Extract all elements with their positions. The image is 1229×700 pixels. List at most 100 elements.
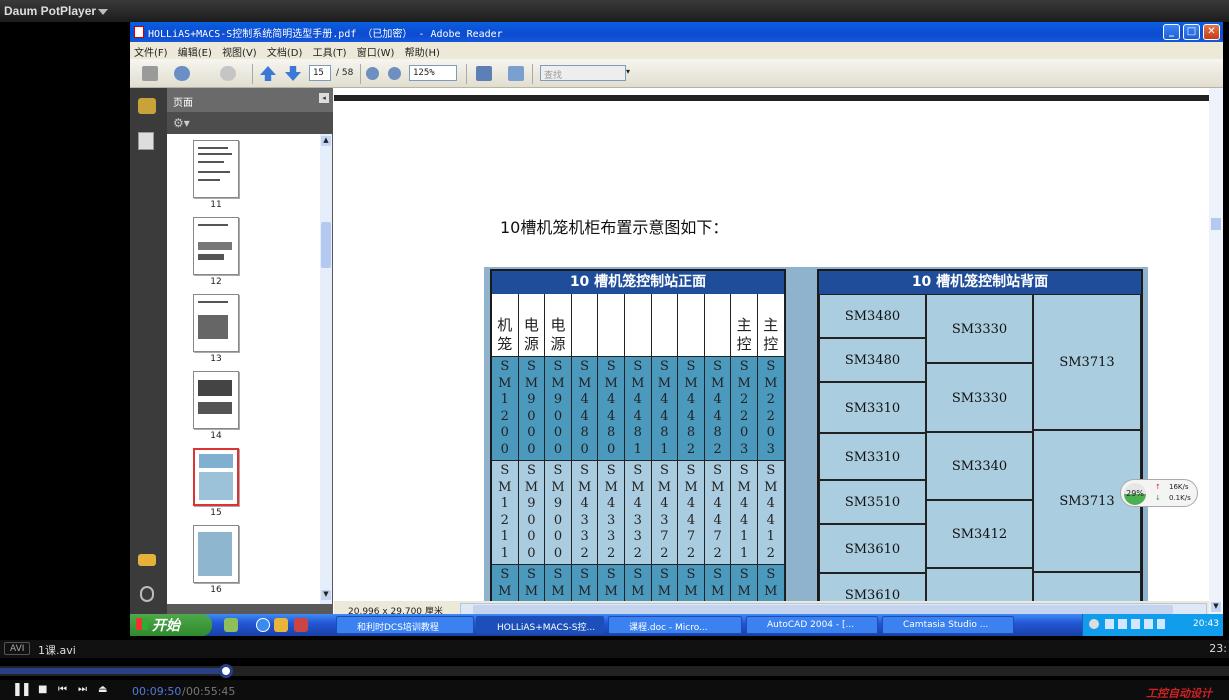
zoom-out-icon[interactable] — [366, 67, 379, 80]
slot-module-row2: S M 4 3 3 2 — [571, 461, 598, 565]
start-label: 开始 — [152, 618, 180, 634]
next-icon[interactable]: ⏭ — [78, 684, 87, 695]
chevron-down-icon[interactable] — [98, 8, 109, 15]
toolbar-separator — [360, 64, 361, 84]
tray-icon[interactable] — [1089, 619, 1099, 629]
comments-icon[interactable] — [138, 554, 156, 566]
document-view: 10槽机笼机柜布置示意图如下： 10 槽机笼控制站正面 机 笼S M 1 2 0… — [334, 88, 1209, 601]
page-thumbnail-current[interactable] — [193, 448, 239, 506]
stop-icon[interactable]: ■ — [38, 684, 47, 695]
back-module-col1: SM3480 — [819, 294, 926, 338]
lock-icon[interactable] — [138, 98, 156, 114]
task-camtasia[interactable]: Camtasia Studio ... — [882, 616, 1014, 634]
menu-help[interactable]: 帮助(H) — [405, 48, 440, 59]
menu-document[interactable]: 文档(D) — [267, 48, 303, 59]
menu-file[interactable]: 文件(F) — [134, 48, 168, 59]
thumbnail-scrollbar[interactable]: ▲ ▼ — [320, 134, 332, 604]
previous-icon[interactable]: ⏮ — [58, 684, 67, 695]
menu-tools[interactable]: 工具(T) — [313, 48, 347, 59]
search-input[interactable]: 查找 — [540, 65, 626, 81]
menu-edit[interactable]: 编辑(E) — [178, 48, 212, 59]
quicklaunch-icon[interactable] — [294, 618, 308, 632]
zoom-in-icon[interactable] — [388, 67, 401, 80]
start-button[interactable]: 开始 — [130, 614, 212, 636]
slot-module-row1: S M 4 4 8 0 — [571, 357, 598, 461]
quicklaunch-icon[interactable] — [274, 618, 288, 632]
scroll-down-icon[interactable]: ▼ — [1211, 602, 1221, 612]
scrollbar-thumb[interactable] — [473, 605, 1173, 614]
page-thumbnail[interactable] — [193, 525, 239, 583]
document-scrollbar[interactable]: ▼ — [1209, 88, 1223, 618]
pages-panel-title: 页面 — [173, 98, 193, 109]
potplayer-titlebar[interactable]: Daum PotPlayer — [0, 0, 1229, 22]
panel-close-icon[interactable]: ◂ — [319, 93, 329, 103]
scroll-down-icon[interactable]: ▼ — [321, 590, 331, 600]
maximize-button[interactable]: □ — [1183, 24, 1200, 40]
attachment-icon[interactable] — [140, 586, 154, 602]
front-slot-column: S M 4 4 8 1S M 4 3 3 2S M — [625, 294, 652, 601]
tray-icons[interactable] — [1105, 619, 1165, 629]
slot-module-row3: S M — [731, 565, 757, 601]
task-dcs-tutorial[interactable]: 和利时DCS培训教程 — [336, 616, 474, 634]
task-autocad[interactable]: AutoCAD 2004 - [... — [746, 616, 878, 634]
thumbnail-number: 13 — [210, 354, 222, 364]
zoom-select[interactable]: 125% — [409, 65, 457, 81]
quicklaunch-icon[interactable] — [224, 618, 238, 632]
arrow-down-icon[interactable] — [285, 66, 301, 81]
seek-handle[interactable] — [219, 664, 233, 678]
arrow-up-icon[interactable] — [260, 66, 276, 81]
network-speed-widget[interactable]: 29% ↑ 16K/s ↓ 0.1K/s — [1120, 479, 1198, 507]
email-icon[interactable] — [174, 66, 190, 81]
filename: 1课.avi — [38, 644, 76, 657]
slot-module-row3: S M — [625, 565, 651, 601]
fit-page-icon[interactable] — [476, 66, 492, 81]
slot-module-row1: S M 4 4 8 2 — [704, 357, 731, 461]
back-module-col2: SM3330 — [926, 294, 1033, 363]
pages-panel: 页面 ◂ ⚙▾ 11 12 13 14 15 16 ▲ ▼ — [167, 88, 333, 618]
minimize-button[interactable]: _ — [1163, 24, 1180, 40]
ie-icon[interactable] — [256, 618, 270, 632]
back-module-col2 — [926, 568, 1033, 601]
download-speed: 0.1K/s — [1169, 494, 1191, 502]
options-gear-icon[interactable]: ⚙▾ — [173, 116, 190, 130]
eject-icon[interactable]: ⏏ — [98, 684, 107, 695]
back-module-col1: SM3480 — [819, 338, 926, 382]
scrollbar-thumb[interactable] — [1211, 218, 1221, 230]
task-adobe-reader[interactable]: HOLLiAS+MACS-S控... — [476, 616, 604, 634]
screen: Daum PotPlayer HOLLiAS+MACS-S控制系统简明选型手册.… — [0, 0, 1229, 700]
organizer-icon[interactable] — [220, 66, 236, 81]
pages-icon[interactable] — [138, 132, 154, 150]
slot-module-row2: S M 1 2 1 1 — [492, 461, 518, 565]
back-module-col2: SM3412 — [926, 500, 1033, 568]
seek-progress — [0, 668, 226, 674]
pdf-icon — [134, 26, 144, 38]
search-dropdown-icon[interactable]: ▾ — [626, 67, 630, 76]
pages-panel-header: 页面 ◂ — [167, 88, 333, 112]
upload-speed: 16K/s — [1169, 483, 1189, 491]
slot-module-row2: S M 4 4 7 2 — [678, 461, 704, 565]
page-thumbnail[interactable] — [193, 140, 239, 198]
page-thumbnail[interactable] — [193, 294, 239, 352]
menu-window[interactable]: 窗口(W) — [357, 48, 395, 59]
close-button[interactable]: ✕ — [1203, 24, 1220, 40]
toolbar-separator — [252, 64, 253, 84]
slot-module-row2: S M 4 4 7 2 — [704, 461, 731, 565]
slot-module-row2: S M 9 0 0 0 — [545, 461, 571, 565]
scroll-up-icon[interactable]: ▲ — [321, 136, 331, 146]
page-thumbnail[interactable] — [193, 371, 239, 429]
front-slot-column: 主 控S M 2 2 0 3S M 4 4 1 2S M — [758, 294, 785, 601]
window-titlebar[interactable]: HOLLiAS+MACS-S控制系统简明选型手册.pdf （已加密） - Ado… — [130, 22, 1223, 42]
page-number-input[interactable]: 15 — [309, 65, 331, 81]
pause-icon[interactable]: ❚❚ — [12, 682, 32, 697]
page-thumbnail[interactable] — [193, 217, 239, 275]
front-slot-column: 电 源S M 9 0 0 0S M 9 0 0 0S M — [545, 294, 572, 601]
cabinet-diagram: 10 槽机笼控制站正面 机 笼S M 1 2 0 0S M 1 2 1 1S M… — [484, 267, 1148, 601]
slot-module-row2: S M 4 3 3 2 — [598, 461, 624, 565]
fit-width-icon[interactable] — [508, 66, 524, 81]
print-icon[interactable] — [142, 66, 158, 81]
scrollbar-thumb[interactable] — [321, 222, 331, 268]
pages-options[interactable]: ⚙▾ — [167, 112, 333, 134]
menu-view[interactable]: 视图(V) — [222, 48, 257, 59]
task-word[interactable]: 课程.doc - Micro... — [608, 616, 742, 634]
slot-module-row3: S M — [758, 565, 784, 601]
